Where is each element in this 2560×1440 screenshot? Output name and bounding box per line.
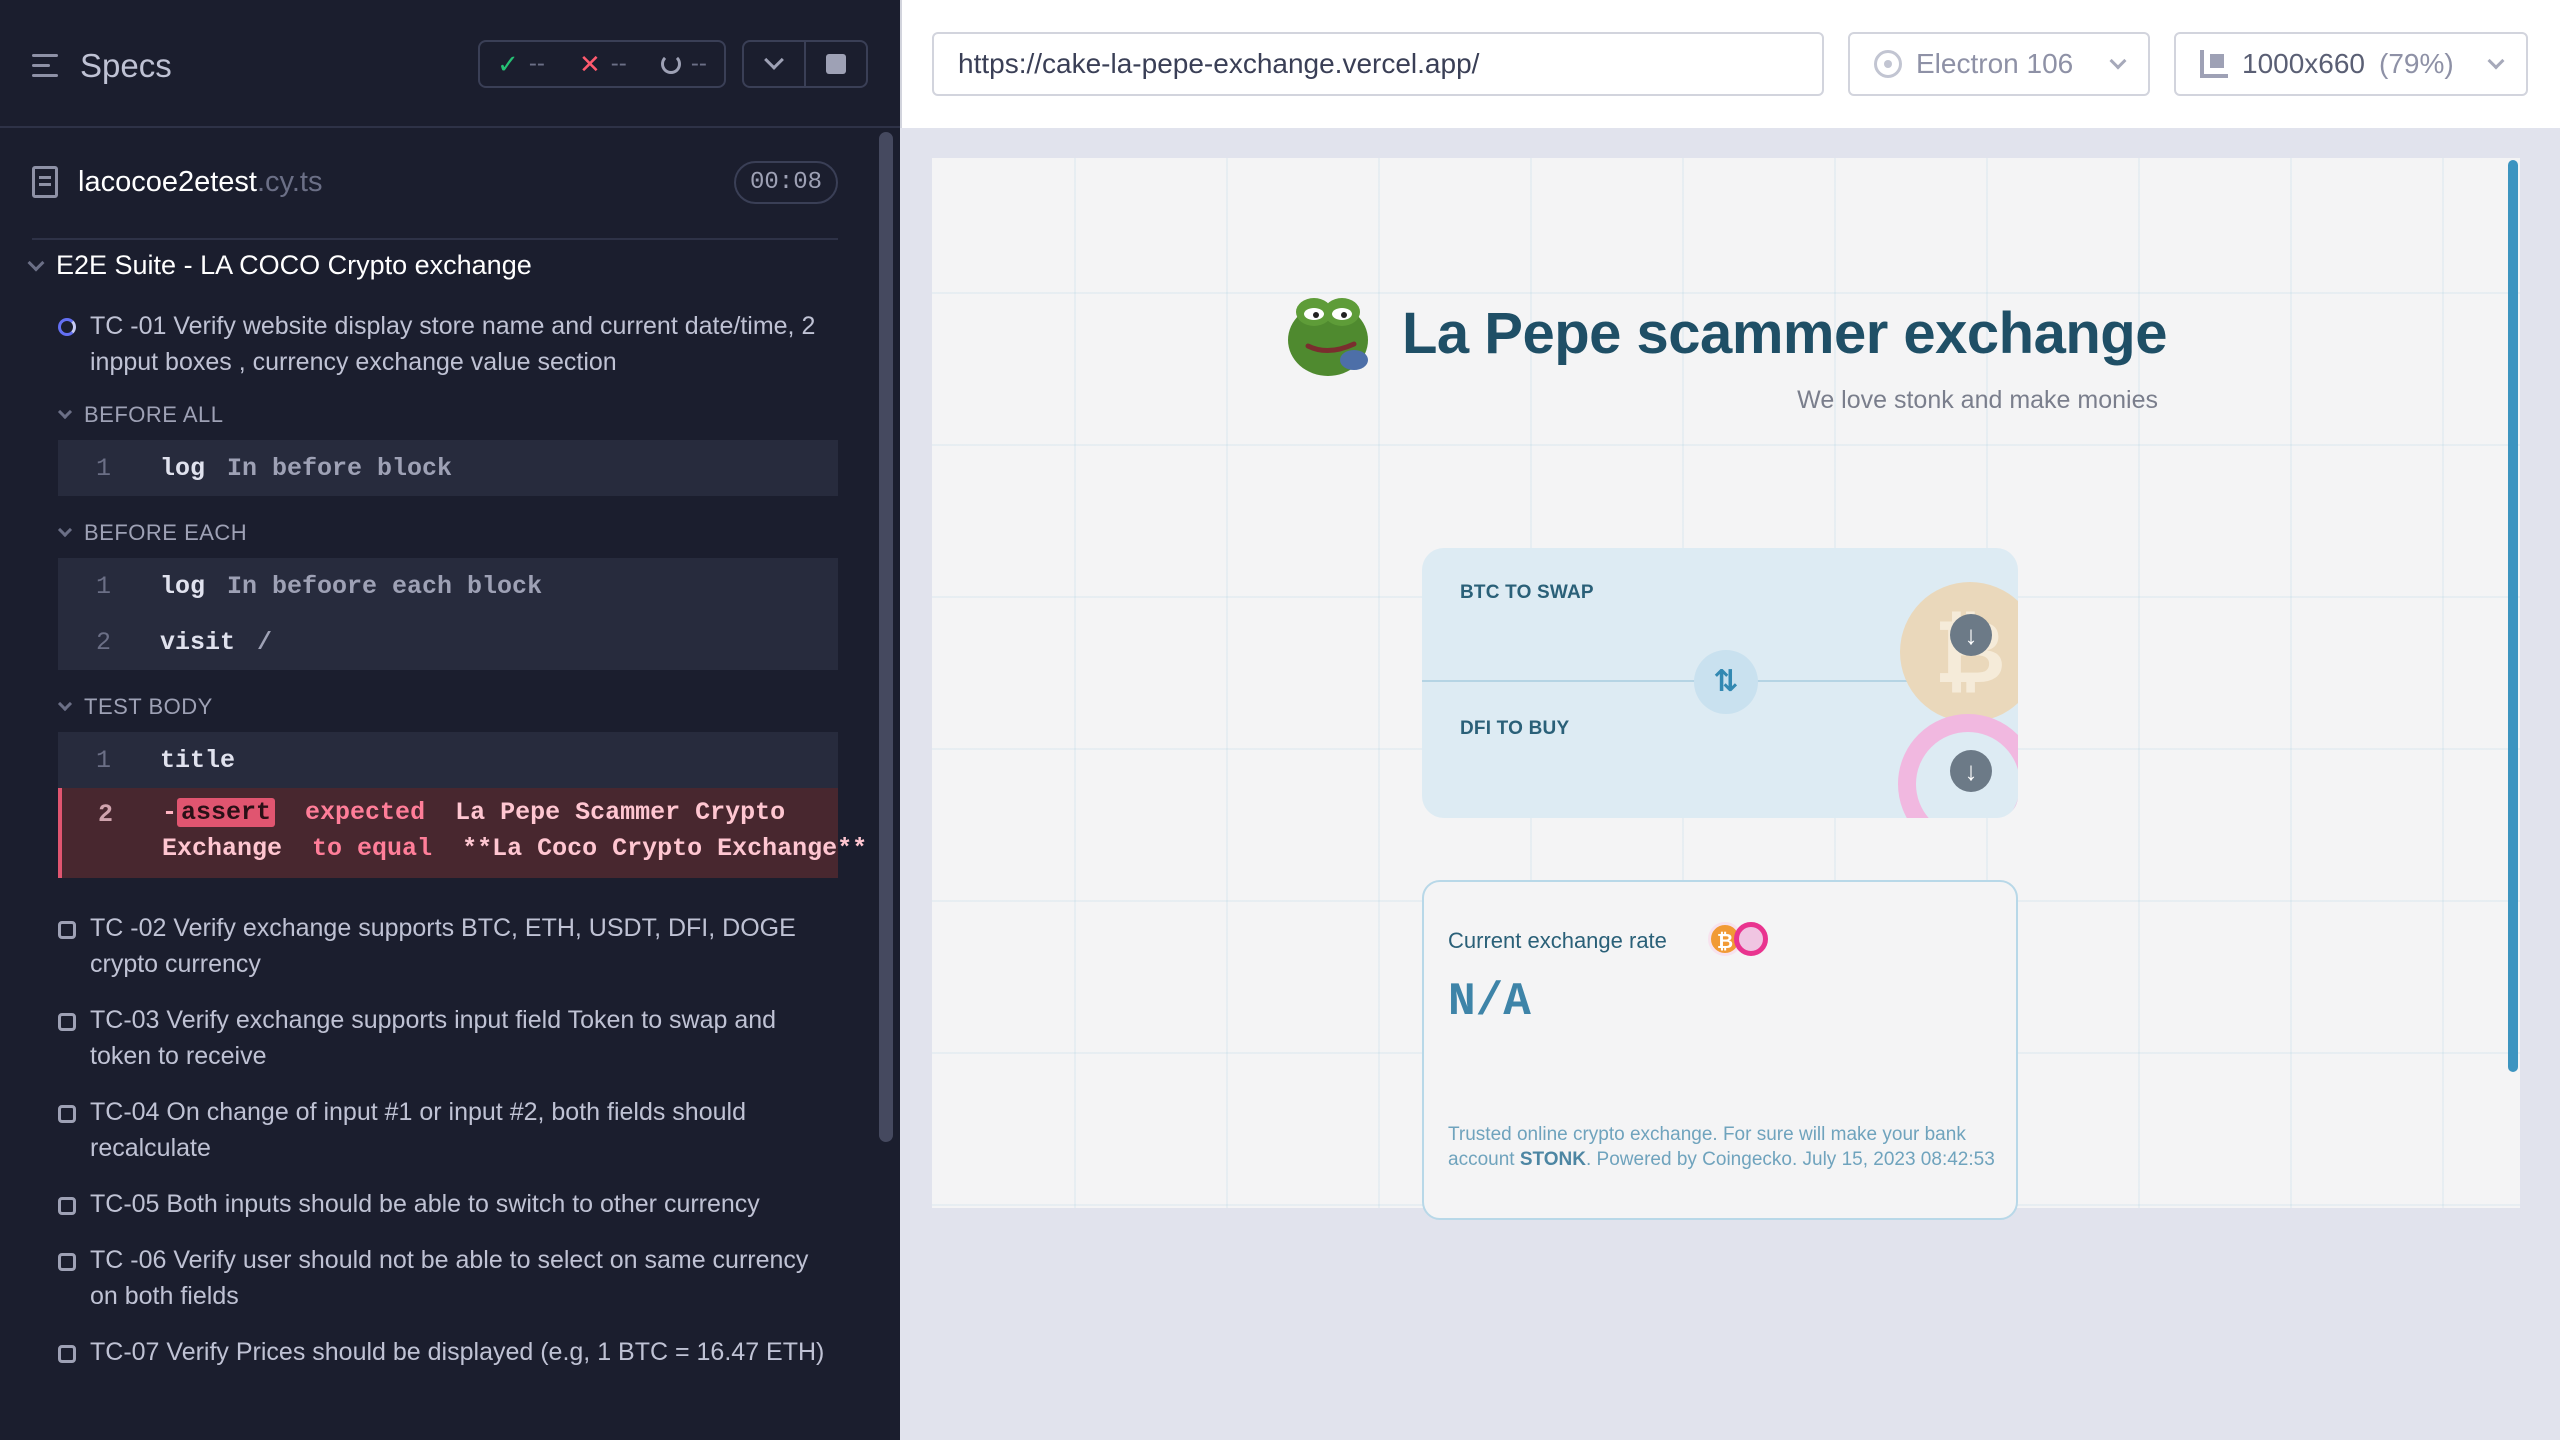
cross-icon: ✕ xyxy=(578,48,601,79)
rate-label: Current exchange rate xyxy=(1448,928,1667,953)
chevron-down-icon xyxy=(57,404,73,420)
passed-stat: ✓ -- xyxy=(497,48,545,79)
pepe-logo xyxy=(1288,298,1368,376)
command-list: 1 title xyxy=(58,732,838,788)
buy-token-dropdown[interactable]: ↓ xyxy=(1950,750,1992,792)
scale-label: (79%) xyxy=(2379,48,2454,79)
browser-label: Electron 106 xyxy=(1916,48,2074,79)
reporter-header: Specs ✓ -- ✕ -- -- xyxy=(0,0,900,128)
divider xyxy=(32,238,838,240)
chevron-down-icon xyxy=(57,522,73,538)
hook-before-all[interactable]: BEFORE ALL xyxy=(57,402,224,428)
url-bar[interactable]: https://cake-la-pepe-exchange.vercel.app… xyxy=(932,32,1824,96)
viewport-label: 1000x660 xyxy=(2242,48,2366,79)
test-title[interactable]: TC-04 On change of input #1 or input #2,… xyxy=(90,1094,830,1166)
electron-icon xyxy=(1874,50,1902,78)
chevron-down-icon xyxy=(57,696,73,712)
failed-stat: ✕ -- xyxy=(578,48,627,79)
test-title[interactable]: TC-03 Verify exchange supports input fie… xyxy=(90,1002,830,1074)
rate-footer: Trusted online crypto exchange. For sure… xyxy=(1448,1124,1995,1170)
collapse-button[interactable] xyxy=(742,40,806,88)
switch-currency-button[interactable]: ⇅ xyxy=(1694,650,1758,714)
swap-token-dropdown[interactable]: ↓ xyxy=(1950,614,1992,656)
pending-test-icon xyxy=(58,1345,76,1363)
rate-value: N/A xyxy=(1448,976,1531,1028)
pending-test-icon xyxy=(58,1253,76,1271)
specs-title: Specs xyxy=(80,47,172,84)
dfi-small-icon xyxy=(1734,922,1768,956)
pending-icon xyxy=(660,54,681,74)
specs-toggle[interactable]: Specs xyxy=(32,44,172,88)
buy-token-label: DFI TO BUY xyxy=(1460,718,1570,739)
test-title-active[interactable]: TC -01 Verify website display store name… xyxy=(90,308,830,380)
reporter-scrollbar[interactable] xyxy=(876,128,896,1440)
spec-file-header[interactable]: lacocoe2etest .cy.ts 00:08 xyxy=(32,154,838,210)
test-title[interactable]: TC-07 Verify Prices should be displayed … xyxy=(90,1334,830,1370)
check-icon: ✓ xyxy=(497,48,519,79)
command-list: 1 log In before block xyxy=(58,440,838,496)
brand-tagline: We love stonk and make monies xyxy=(1797,386,2158,414)
pending-test-icon xyxy=(58,1013,76,1031)
viewport-select[interactable]: 1000x660 (79%) xyxy=(2174,32,2528,96)
hook-before-each[interactable]: BEFORE EACH xyxy=(57,520,247,546)
brand-title: La Pepe scammer exchange xyxy=(1402,301,2167,366)
failed-assert-row[interactable]: 2 - assert expected La Pepe Scammer Crypt… xyxy=(58,788,867,878)
pending-test-icon xyxy=(58,921,76,939)
stop-button[interactable] xyxy=(804,40,868,88)
test-stats: ✓ -- ✕ -- -- xyxy=(478,40,726,88)
test-title[interactable]: TC -02 Verify exchange supports BTC, ETH… xyxy=(90,910,830,982)
stop-icon xyxy=(826,54,846,74)
pending-test-icon xyxy=(58,1105,76,1123)
exchange-rate-card: Current exchange rate ₿ N/A Trusted onli… xyxy=(1422,880,2018,1220)
chevron-down-icon xyxy=(2109,52,2127,70)
test-title[interactable]: TC -06 Verify user should not be able to… xyxy=(90,1242,830,1314)
chevron-down-icon xyxy=(2487,52,2505,70)
command-row[interactable]: 1 log In before block xyxy=(58,440,838,496)
swap-token-label: BTC TO SWAP xyxy=(1460,582,1594,603)
scrollbar-thumb[interactable] xyxy=(879,132,893,1142)
suite-header[interactable]: E2E Suite - LA COCO Crypto exchange xyxy=(27,250,532,281)
test-title[interactable]: TC-05 Both inputs should be able to swit… xyxy=(90,1186,830,1222)
pending-stat: -- xyxy=(660,50,707,78)
reporter-panel: Specs ✓ -- ✕ -- -- lacocoe2etest .cy.ts 00… xyxy=(0,0,900,1440)
command-row[interactable]: 1 log In befoore each block xyxy=(58,558,838,614)
hook-test-body[interactable]: TEST BODY xyxy=(57,694,213,720)
command-row[interactable]: 1 title xyxy=(58,732,838,788)
browser-select[interactable]: Electron 106 xyxy=(1848,32,2150,96)
chevron-down-icon xyxy=(27,254,45,271)
ruler-icon xyxy=(2200,50,2228,78)
specs-list-icon xyxy=(32,53,62,79)
aut-scrollbar[interactable] xyxy=(2508,160,2518,1072)
command-list: 1 log In befoore each block 2 visit / xyxy=(58,558,838,670)
suite-title: E2E Suite - LA COCO Crypto exchange xyxy=(56,250,532,280)
spec-file-name: lacocoe2etest xyxy=(78,165,257,198)
duration-badge: 00:08 xyxy=(733,160,838,204)
document-icon xyxy=(32,166,58,198)
assert-badge: assert xyxy=(177,798,276,827)
chevron-down-icon xyxy=(764,50,784,70)
spec-file-ext: .cy.ts xyxy=(256,165,323,198)
command-row[interactable]: 2 visit / xyxy=(58,614,838,670)
running-icon xyxy=(58,318,76,336)
pending-test-icon xyxy=(58,1197,76,1215)
